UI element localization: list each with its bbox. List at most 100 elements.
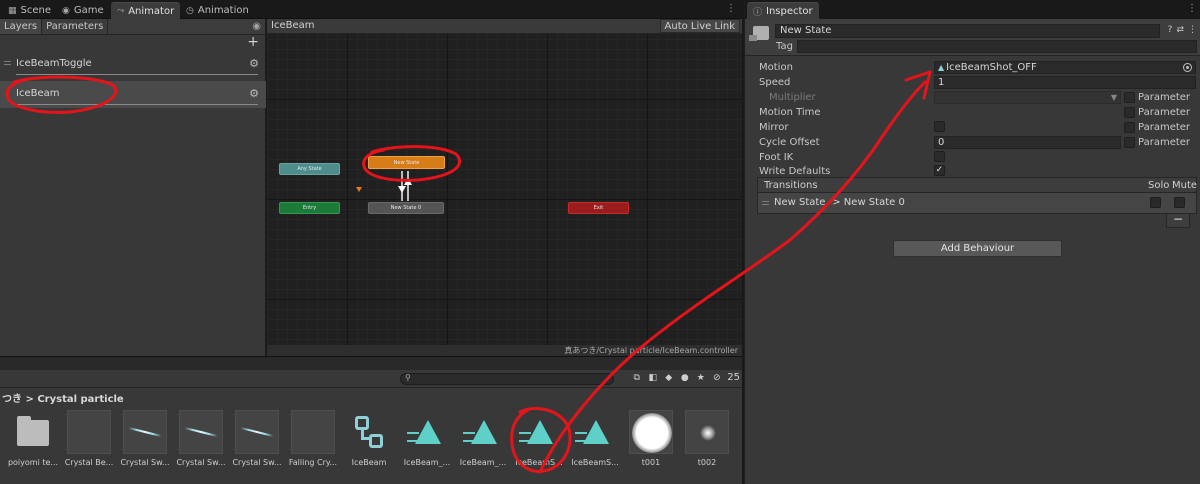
more-options-icon[interactable]: ⋮ — [1187, 3, 1197, 14]
info-icon: ⓘ — [753, 7, 763, 18]
label-tag-icon[interactable]: ◆ — [663, 372, 674, 383]
asset-texture[interactable]: t002 — [680, 410, 734, 467]
add-behaviour-button[interactable]: Add Behaviour — [893, 240, 1062, 257]
tab-game[interactable]: ◉ Game — [56, 2, 110, 19]
tab-game-label: Game — [73, 5, 104, 16]
asset-item[interactable]: Falling Cry... — [286, 410, 340, 467]
asset-texture[interactable]: t001 — [624, 410, 678, 467]
mirror-parameter-checkbox[interactable] — [1124, 122, 1135, 133]
tag-field[interactable] — [797, 40, 1197, 53]
gear-icon[interactable]: ⚙ — [249, 87, 259, 100]
asset-controller[interactable]: IceBeam — [342, 410, 396, 467]
asset-anim-clip[interactable]: IceBeam_... — [400, 410, 454, 467]
project-breadcrumb-text[interactable]: つき > Crystal particle — [2, 390, 124, 405]
motion-value: IceBeamShot_OFF — [946, 62, 1037, 73]
project-asset-grid: poiyomi te... Crystal Be... Crystal Sw..… — [0, 404, 742, 484]
asset-item[interactable]: Crystal Sw... — [118, 410, 172, 467]
exit-node[interactable]: Exit — [568, 202, 629, 214]
animator-controller-icon — [355, 416, 383, 448]
tab-animation[interactable]: ◷ Animation — [180, 2, 255, 19]
search-by-type-icon[interactable]: ⧉ — [631, 372, 642, 383]
drag-handle-icon[interactable] — [762, 201, 769, 205]
filter-by-type-icon[interactable]: ◧ — [647, 372, 658, 383]
transition-arrows[interactable] — [397, 169, 413, 203]
asset-thumb — [235, 410, 279, 454]
help-icon[interactable]: ? — [1168, 25, 1173, 35]
transitions-list: Transitions Solo Mute New State -> New S… — [757, 177, 1197, 214]
tab-parameters[interactable]: Parameters — [42, 19, 109, 34]
new-state-node[interactable]: New State — [368, 156, 445, 169]
auto-live-link-button[interactable]: Auto Live Link — [659, 19, 740, 33]
drag-handle-icon[interactable] — [4, 61, 11, 65]
add-layer-button[interactable]: + — [247, 35, 259, 49]
asset-folder[interactable]: poiyomi te... — [6, 410, 60, 467]
asset-label: Crystal Sw... — [120, 458, 170, 467]
asset-label: IceBeamS... — [571, 458, 619, 467]
motion-field[interactable]: ▲ IceBeamShot_OFF — [934, 61, 1196, 74]
asset-anim-clip[interactable]: IceBeamS... — [568, 410, 622, 467]
asset-thumb — [11, 410, 55, 454]
project-search-input[interactable]: ⚲ — [400, 373, 614, 385]
preset-icon[interactable]: ⇄ — [1176, 25, 1184, 35]
animator-graph[interactable]: IceBeam Auto Live Link Any State Entry E… — [267, 19, 742, 356]
parameter-label: Parameter — [1138, 92, 1191, 103]
new-state-0-node[interactable]: New State 0 — [368, 202, 444, 214]
foot-ik-checkbox[interactable] — [934, 151, 945, 162]
cycle-offset-parameter-checkbox[interactable] — [1124, 137, 1135, 148]
cycle-offset-field[interactable]: 0 — [934, 136, 1121, 149]
solo-checkbox[interactable] — [1150, 197, 1161, 208]
asset-item[interactable]: Crystal Sw... — [174, 410, 228, 467]
multiplier-dropdown: ▼ — [934, 91, 1121, 104]
gamepad-icon: ◉ — [62, 5, 70, 16]
object-picker-icon[interactable] — [1183, 63, 1192, 72]
texture-preview — [700, 425, 716, 441]
mirror-checkbox[interactable] — [934, 121, 945, 132]
asset-thumb — [67, 410, 111, 454]
layer-row[interactable]: IceBeamToggle ⚙ — [0, 51, 266, 78]
asset-thumb — [685, 410, 729, 454]
crystal-streak-preview — [240, 426, 274, 438]
tab-animator[interactable]: ⤳ Animator — [111, 2, 181, 19]
warning-icon[interactable]: ● — [679, 372, 690, 383]
eye-icon[interactable]: ◉ — [252, 19, 261, 34]
gear-icon[interactable]: ⚙ — [249, 57, 259, 70]
animator-icon: ⤳ — [117, 6, 125, 16]
remove-transition-button[interactable]: − — [1166, 213, 1190, 228]
mute-checkbox[interactable] — [1174, 197, 1185, 208]
asset-label: IceBeam_... — [459, 458, 507, 467]
favorite-star-icon[interactable]: ★ — [695, 372, 706, 383]
asset-item[interactable]: Crystal Be... — [62, 410, 116, 467]
layer-weight-slider[interactable] — [16, 104, 258, 105]
tab-layers[interactable]: Layers — [0, 19, 43, 34]
write-defaults-checkbox[interactable]: ✓ — [934, 165, 945, 176]
motion-time-parameter-checkbox[interactable] — [1124, 107, 1135, 118]
header-icons: ? ⇄ ⋮ — [1168, 25, 1197, 35]
graph-breadcrumb[interactable]: IceBeam — [271, 20, 314, 31]
asset-label: IceBeam_... — [403, 458, 451, 467]
transition-row[interactable]: New State -> New State 0 — [758, 193, 1196, 213]
asset-label: IceBeamS... — [515, 458, 563, 467]
project-tools: ⧉ ◧ ◆ ● ★ ⊘ 25 — [631, 372, 740, 383]
more-options-icon[interactable]: ⋮ — [726, 3, 736, 14]
transitions-title: Transitions — [764, 180, 818, 191]
layer-row[interactable]: IceBeam ⚙ — [0, 81, 266, 108]
speed-field[interactable]: 1 — [934, 76, 1196, 89]
state-name-field[interactable]: New State — [775, 24, 1160, 38]
asset-anim-clip[interactable]: IceBeam_... — [456, 410, 510, 467]
more-options-icon[interactable]: ⋮ — [1188, 25, 1197, 35]
multiplier-parameter-checkbox[interactable] — [1124, 92, 1135, 103]
mute-label: Mute — [1172, 180, 1198, 191]
hidden-eye-icon[interactable]: ⊘ — [711, 372, 722, 383]
asset-anim-clip[interactable]: IceBeamS... — [512, 410, 566, 467]
editor-tab-bar: ▦ Scene ◉ Game ⤳ Animator ◷ Animation ⋮ — [0, 0, 742, 19]
speed-label: Speed — [759, 77, 791, 88]
any-state-node[interactable]: Any State — [279, 163, 340, 175]
inspector-panel: ⓘ Inspector ⋮ New State Tag ? ⇄ ⋮ Motion… — [744, 0, 1200, 484]
layer-weight-slider[interactable] — [16, 74, 258, 75]
asset-item[interactable]: Crystal Sw... — [230, 410, 284, 467]
entry-node[interactable]: Entry — [279, 202, 340, 214]
tab-inspector[interactable]: ⓘ Inspector — [747, 2, 819, 19]
tab-scene[interactable]: ▦ Scene — [2, 2, 57, 19]
tab-animation-label: Animation — [197, 5, 249, 16]
mirror-label: Mirror — [759, 122, 789, 133]
